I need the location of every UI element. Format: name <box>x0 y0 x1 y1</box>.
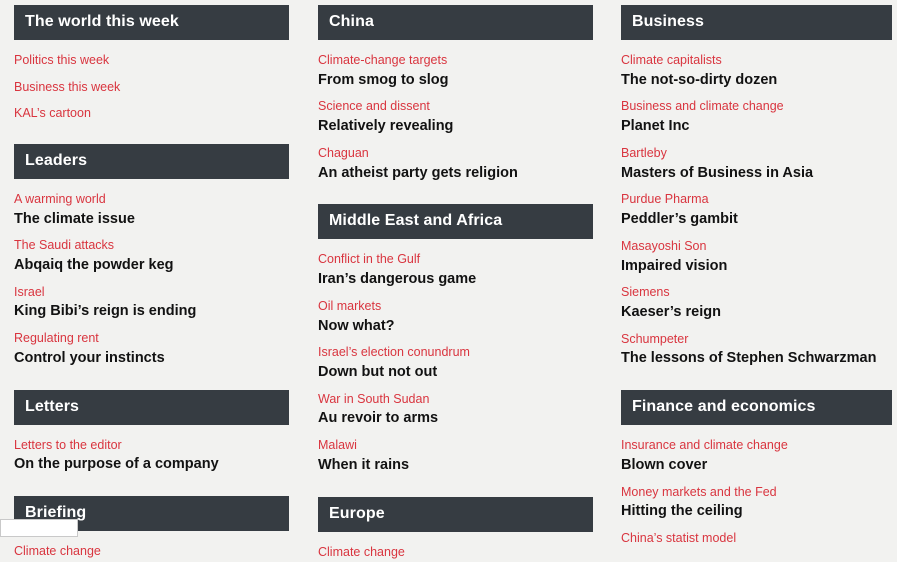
article-flytitle-link[interactable]: Conflict in the Gulf <box>318 252 593 268</box>
section: Business Climate capitalists The not-so-di… <box>621 5 892 368</box>
article-entry[interactable]: War in South Sudan Au revoir to arms <box>318 392 593 428</box>
section: Leaders A warming world The climate issue T… <box>14 143 289 368</box>
article-flytitle-link[interactable]: Business this week <box>14 80 289 96</box>
article-entry[interactable]: KAL’s cartoon <box>14 106 289 122</box>
article-headline-link[interactable]: Now what? <box>318 317 593 336</box>
article-flytitle-link[interactable]: Bartleby <box>621 146 892 162</box>
article-entry[interactable]: Science and dissent Relatively revealing <box>318 99 593 135</box>
section: Middle East and Africa Conflict in the Gu… <box>318 204 593 474</box>
section: Finance and economics Insurance and clima… <box>621 390 892 547</box>
article-flytitle-link[interactable]: Israel <box>14 285 289 301</box>
article-entry[interactable]: Bartleby Masters of Business in Asia <box>621 146 892 182</box>
article-headline-link[interactable]: Control your instincts <box>14 349 289 368</box>
article-entry[interactable]: Business and climate change Planet Inc <box>621 99 892 135</box>
article-flytitle-link[interactable]: A warming world <box>14 192 289 208</box>
article-headline-link[interactable]: Iran’s dangerous game <box>318 270 593 289</box>
article-entry[interactable]: Money markets and the Fed Hitting the cei… <box>621 485 892 521</box>
section-header: Finance and economics <box>621 390 892 426</box>
article-headline-link[interactable]: Down but not out <box>318 363 593 382</box>
article-headline-link[interactable]: King Bibi’s reign is ending <box>14 302 289 321</box>
article-flytitle-link[interactable]: Climate change <box>14 544 289 560</box>
article-headline-link[interactable]: The climate issue <box>14 210 289 229</box>
section: Europe Climate change <box>318 496 593 561</box>
article-flytitle-link[interactable]: Insurance and climate change <box>621 438 892 454</box>
contents-columns: The world this week Politics this week Bus… <box>0 0 897 562</box>
article-flytitle-link[interactable]: Masayoshi Son <box>621 239 892 255</box>
article-entry[interactable]: Israel King Bibi’s reign is ending <box>14 285 289 321</box>
article-headline-link[interactable]: Kaeser’s reign <box>621 303 892 322</box>
section-header: Leaders <box>14 143 289 179</box>
article-flytitle-link[interactable]: KAL’s cartoon <box>14 106 289 122</box>
article-headline-link[interactable]: The not-so-dirty dozen <box>621 71 892 90</box>
article-flytitle-link[interactable]: Climate-change targets <box>318 53 593 69</box>
article-flytitle-link[interactable]: The Saudi attacks <box>14 238 289 254</box>
article-entry[interactable]: A warming world The climate issue <box>14 192 289 228</box>
article-flytitle-link[interactable]: Malawi <box>318 438 593 454</box>
article-entry[interactable]: Purdue Pharma Peddler’s gambit <box>621 192 892 228</box>
column-right: Business Climate capitalists The not-so-di… <box>604 5 897 549</box>
section-header: Middle East and Africa <box>318 204 593 240</box>
article-entry[interactable]: Climate capitalists The not-so-dirty doze… <box>621 53 892 89</box>
article-entry[interactable]: Conflict in the Gulf Iran’s dangerous gam… <box>318 252 593 288</box>
article-entry[interactable]: The Saudi attacks Abqaiq the powder keg <box>14 238 289 274</box>
section-header: Europe <box>318 496 593 532</box>
article-flytitle-link[interactable]: Climate change <box>318 545 593 561</box>
article-entry[interactable]: Schumpeter The lessons of Stephen Schwarz… <box>621 332 892 368</box>
article-flytitle-link[interactable]: Business and climate change <box>621 99 892 115</box>
column-middle: China Climate-change targets From smog to … <box>302 5 604 562</box>
section: China Climate-change targets From smog to … <box>318 5 593 182</box>
article-flytitle-link[interactable]: Israel’s election conundrum <box>318 345 593 361</box>
article-entry[interactable]: Oil markets Now what? <box>318 299 593 335</box>
article-flytitle-link[interactable]: Money markets and the Fed <box>621 485 892 501</box>
article-headline-link[interactable]: An atheist party gets religion <box>318 164 593 183</box>
article-flytitle-link[interactable]: Letters to the editor <box>14 438 289 454</box>
article-headline-link[interactable]: Au revoir to arms <box>318 409 593 428</box>
article-headline-link[interactable]: Relatively revealing <box>318 117 593 136</box>
article-flytitle-link[interactable]: War in South Sudan <box>318 392 593 408</box>
article-entry[interactable]: Letters to the editor On the purpose of a… <box>14 438 289 474</box>
article-headline-link[interactable]: Planet Inc <box>621 117 892 136</box>
article-entry[interactable]: Malawi When it rains <box>318 438 593 474</box>
article-flytitle-link[interactable]: Oil markets <box>318 299 593 315</box>
article-headline-link[interactable]: Hitting the ceiling <box>621 502 892 521</box>
section: The world this week Politics this week Bus… <box>14 5 289 122</box>
article-flytitle-link[interactable]: Science and dissent <box>318 99 593 115</box>
article-entry[interactable]: Siemens Kaeser’s reign <box>621 285 892 321</box>
section-header: The world this week <box>14 5 289 40</box>
article-headline-link[interactable]: Abqaiq the powder keg <box>14 256 289 275</box>
partial-overlay-box <box>0 519 78 537</box>
article-entry[interactable]: Climate change <box>14 544 289 560</box>
article-entry[interactable]: Politics this week <box>14 53 289 69</box>
article-entry[interactable]: Masayoshi Son Impaired vision <box>621 239 892 275</box>
article-flytitle-link[interactable]: Politics this week <box>14 53 289 69</box>
article-headline-link[interactable]: Impaired vision <box>621 257 892 276</box>
article-headline-link[interactable]: From smog to slog <box>318 71 593 90</box>
article-headline-link[interactable]: Masters of Business in Asia <box>621 164 892 183</box>
article-headline-link[interactable]: The lessons of Stephen Schwarzman <box>621 349 892 368</box>
article-entry[interactable]: Regulating rent Control your instincts <box>14 331 289 367</box>
article-flytitle-link[interactable]: Schumpeter <box>621 332 892 348</box>
article-entry[interactable]: Climate-change targets From smog to slog <box>318 53 593 89</box>
section-header: Business <box>621 5 892 40</box>
article-headline-link[interactable]: Peddler’s gambit <box>621 210 892 229</box>
article-flytitle-link[interactable]: Chaguan <box>318 146 593 162</box>
article-entry[interactable]: Climate change <box>318 545 593 561</box>
article-headline-link[interactable]: Blown cover <box>621 456 892 475</box>
section: Letters Letters to the editor On the purpo… <box>14 389 289 474</box>
article-entry[interactable]: Business this week <box>14 80 289 96</box>
article-flytitle-link[interactable]: Purdue Pharma <box>621 192 892 208</box>
article-entry[interactable]: Israel’s election conundrum Down but not … <box>318 345 593 381</box>
article-flytitle-link[interactable]: Climate capitalists <box>621 53 892 69</box>
article-entry[interactable]: Insurance and climate change Blown cover <box>621 438 892 474</box>
issue-contents-page: The world this week Politics this week Bus… <box>0 0 897 559</box>
column-left: The world this week Politics this week Bus… <box>0 5 302 562</box>
article-headline-link[interactable]: On the purpose of a company <box>14 455 289 474</box>
section-header: China <box>318 5 593 40</box>
article-headline-link[interactable]: When it rains <box>318 456 593 475</box>
article-flytitle-link[interactable]: Siemens <box>621 285 892 301</box>
article-flytitle-link[interactable]: Regulating rent <box>14 331 289 347</box>
article-entry[interactable]: Chaguan An atheist party gets religion <box>318 146 593 182</box>
section-header: Letters <box>14 389 289 425</box>
